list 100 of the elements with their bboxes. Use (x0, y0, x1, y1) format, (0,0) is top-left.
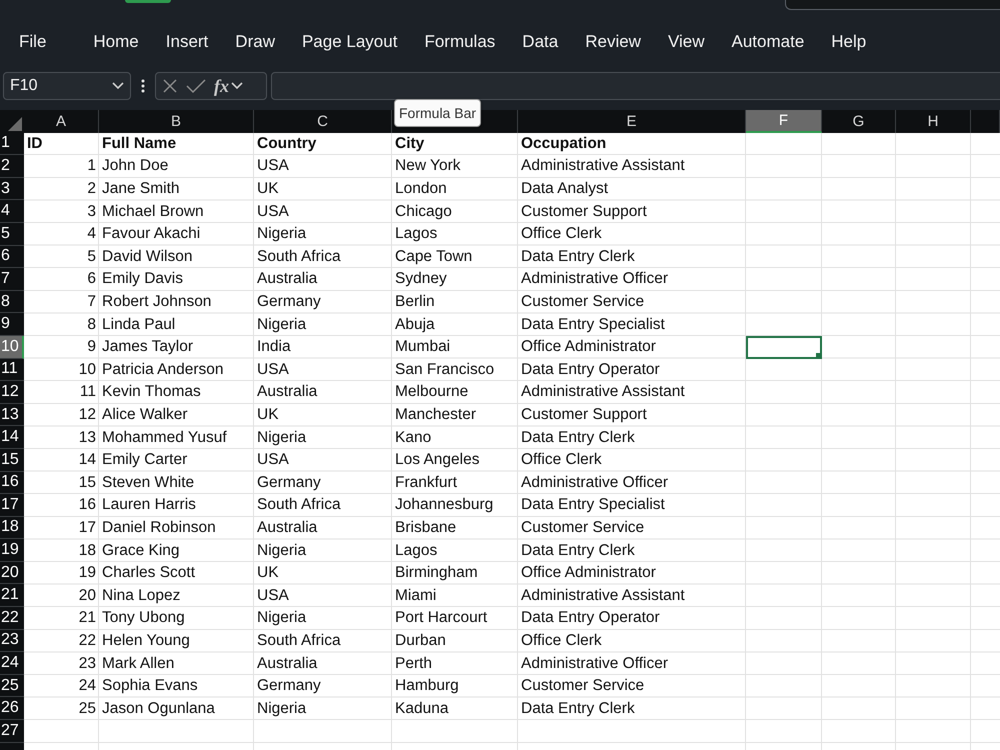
table-cell-text: Data Entry Clerk (520, 246, 636, 267)
table-cell-text: Administrative Officer (520, 654, 670, 674)
table-cell-text: South Africa (256, 495, 342, 516)
table-cell-text: New York (394, 156, 462, 176)
table-cell-text: City (394, 134, 426, 154)
table-cell-text: 17 (78, 518, 97, 538)
table-cell-text: USA (256, 450, 290, 470)
table-cell-text: Los Angeles (394, 450, 480, 470)
table-cell-text: 25 (78, 698, 97, 719)
table-cell-text: Steven White (101, 472, 196, 493)
table-cell-text: Data Entry Clerk (520, 428, 636, 448)
table-cell-text: Data Entry Specialist (520, 495, 666, 516)
table-cell-text: Tony Ubong (101, 608, 186, 628)
table-cell-text: Australia (256, 518, 318, 538)
table-cell-text: Data Entry Specialist (520, 314, 666, 335)
table-cell-text: 16 (78, 495, 97, 516)
table-cell-text: Kano (394, 428, 432, 448)
table-cell-text: Country (256, 134, 318, 154)
table-cell-text: 18 (78, 540, 97, 561)
table-cell-text: Australia (256, 382, 318, 402)
table-cell-text: Administrative Assistant (520, 382, 686, 402)
table-cell-text: 9 (86, 337, 97, 358)
table-cell-text: Birmingham (394, 563, 479, 584)
table-cell-text: UK (256, 179, 280, 200)
table-cell-text: Customer Service (520, 676, 646, 696)
table-cell-text: 7 (86, 292, 97, 312)
table-cell-text: 22 (78, 630, 97, 651)
table-cell-text: India (256, 337, 292, 358)
table-cell-text: USA (256, 360, 290, 380)
table-cell-text: 1 (86, 156, 97, 176)
table-cell-text: John Doe (101, 156, 170, 176)
table-cell-text: 3 (86, 202, 97, 222)
table-cell-text: Patricia Anderson (101, 360, 224, 380)
table-cell-text: Miami (394, 586, 438, 606)
table-cell-text: Data Entry Clerk (520, 540, 636, 561)
table-cell-text: Michael Brown (101, 202, 205, 222)
table-cell-text: Port Harcourt (394, 608, 488, 628)
table-cell-text: Administrative Assistant (520, 586, 686, 606)
table-cell-text: South Africa (256, 630, 342, 651)
table-cell-text: Jane Smith (101, 179, 181, 200)
table-cell-text: Customer Service (520, 518, 646, 538)
table-cell-text: Nigeria (256, 314, 308, 335)
table-cell-text: Occupation (520, 134, 608, 154)
table-cell-text: Jason Ogunlana (101, 698, 216, 719)
table-cell-text: USA (256, 586, 290, 606)
table-cell-text: 13 (78, 428, 97, 448)
table-cell-text: 2 (86, 179, 97, 200)
table-cell-text: Mark Allen (101, 654, 176, 674)
table-cell-text: Sydney (394, 269, 448, 290)
table-cell-text: Office Administrator (520, 563, 657, 584)
table-cell-text: 19 (78, 563, 97, 584)
table-cell-text: Helen Young (101, 630, 191, 651)
table-cell-text: Administrative Officer (520, 269, 670, 290)
table-cell-text: Germany (256, 472, 322, 493)
table-cell-text: Johannesburg (394, 495, 494, 516)
table-cell-text: 20 (78, 586, 97, 606)
table-cell-text: Data Entry Operator (520, 608, 661, 628)
tooltip: Formula Bar (394, 99, 482, 127)
table-cell-text: USA (256, 156, 290, 176)
table-cell-text: David Wilson (101, 246, 194, 267)
table-cell-text: Customer Support (520, 405, 648, 426)
table-cell-text: UK (256, 563, 280, 584)
table-cell-text: Melbourne (394, 382, 470, 402)
table-cell-text: Customer Support (520, 202, 648, 222)
table-cell-text: Manchester (394, 405, 477, 426)
table-cell-text: Administrative Assistant (520, 156, 686, 176)
table-cell-text: Nina Lopez (101, 586, 182, 606)
table-cell-text: Cape Town (394, 246, 474, 267)
table-cell-text: Office Clerk (520, 630, 603, 651)
table-cell-text: Emily Davis (101, 269, 184, 290)
table-cell-text: Data Entry Operator (520, 360, 661, 380)
table-cell-text: Abuja (394, 314, 436, 335)
table-cell-text: San Francisco (394, 360, 496, 380)
table-cell-text: Grace King (101, 540, 181, 561)
table-cell-text: 21 (78, 608, 97, 628)
table-cell-text: Alice Walker (101, 405, 189, 426)
table-cell-text: Nigeria (256, 608, 308, 628)
table-cell-text: 23 (78, 654, 97, 674)
table-cell-text: Nigeria (256, 540, 308, 561)
table-cell-text: Lagos (394, 224, 438, 244)
table-cell-text: UK (256, 405, 280, 426)
table-cell-text: USA (256, 202, 290, 222)
table-cell-text: Kaduna (394, 698, 450, 719)
table-cell-text: Data Analyst (520, 179, 610, 200)
table-cell-text: Kevin Thomas (101, 382, 202, 402)
table-cell-text: 11 (78, 382, 97, 402)
table-cell-text: Germany (256, 292, 322, 312)
table-cell-text: Office Clerk (520, 224, 603, 244)
table-cell-text: 6 (86, 269, 97, 290)
table-cell-text: 5 (86, 246, 97, 267)
table-cell-text: Nigeria (256, 698, 308, 719)
table-cell-text: 12 (78, 405, 97, 426)
table-cell-text: Germany (256, 676, 322, 696)
table-cell-text: Favour Akachi (101, 224, 202, 244)
table-cell-text: Brisbane (394, 518, 458, 538)
table-cell-text: Perth (394, 654, 434, 674)
table-cell-text: Hamburg (394, 676, 460, 696)
table-cell-text: Office Administrator (520, 337, 657, 358)
table-cell-text: Full Name (101, 134, 178, 154)
table-cell-text: Lagos (394, 540, 438, 561)
